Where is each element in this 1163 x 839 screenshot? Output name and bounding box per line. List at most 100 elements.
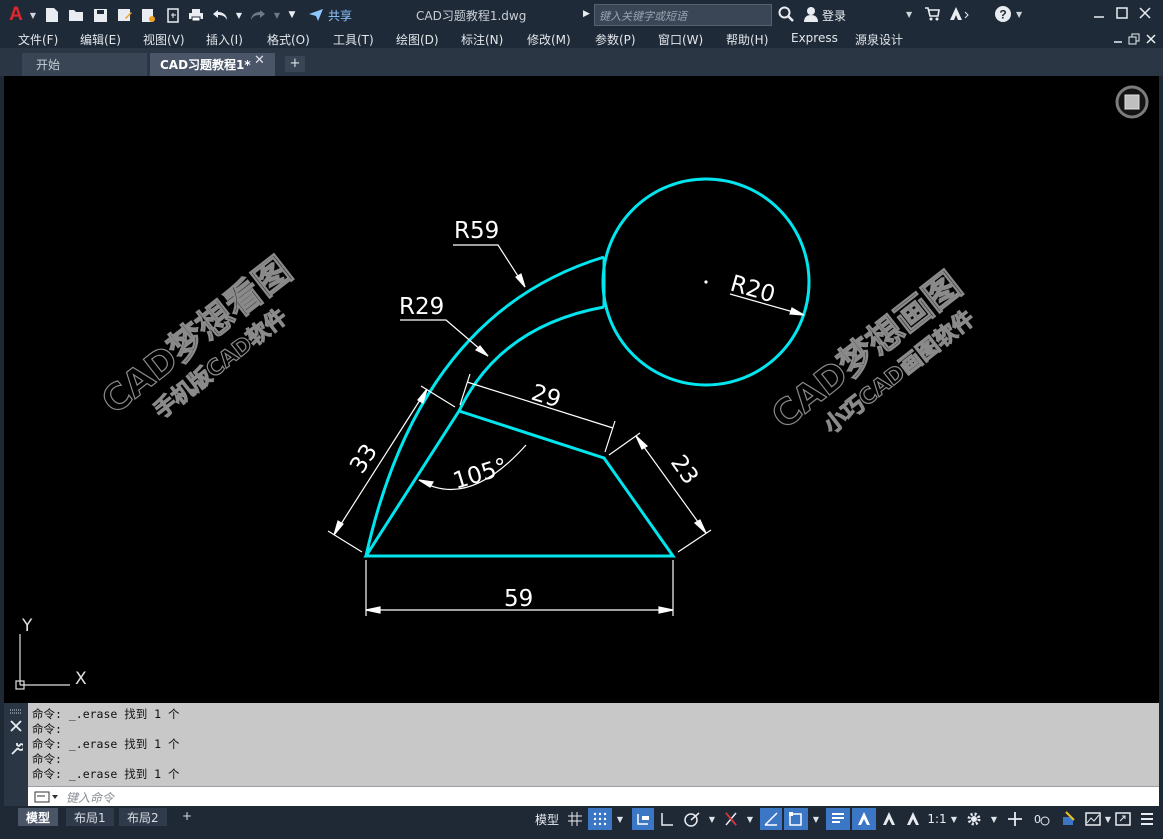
customize-toolbar-icon[interactable]: ▼ (286, 5, 298, 25)
polar-dropdown-icon[interactable]: ▼ (706, 808, 718, 830)
minimize-icon[interactable] (1092, 6, 1106, 20)
isometric-dropdown-icon[interactable]: ▼ (744, 808, 756, 830)
isometric-icon[interactable] (720, 808, 742, 830)
app-menu-icon[interactable]: A (8, 4, 24, 25)
login-dropdown-icon[interactable]: ▼ (906, 10, 912, 19)
search-icon[interactable] (778, 6, 794, 22)
snap-dropdown-icon[interactable]: ▼ (614, 808, 626, 830)
customize-menu-icon[interactable] (1136, 808, 1158, 830)
autodesk-a360-icon[interactable] (948, 6, 970, 22)
model-space-button[interactable]: 模型 (532, 808, 562, 830)
command-input[interactable]: 键入命令 (66, 789, 114, 806)
workspace-gear-icon[interactable] (962, 808, 986, 830)
menu-bar: 文件(F) 编辑(E) 视图(V) 插入(I) 格式(O) 工具(T) 绘图(D… (0, 30, 1163, 48)
app-menu-dropdown-icon[interactable]: ▼ (28, 5, 38, 25)
close-icon[interactable] (1138, 6, 1152, 20)
units-icon[interactable]: 0 (1030, 808, 1054, 830)
menu-view[interactable]: 视图(V) (143, 31, 185, 48)
save-web-icon[interactable] (162, 5, 182, 25)
menu-file[interactable]: 文件(F) (18, 31, 58, 48)
layout-tab-model[interactable]: 模型 (18, 808, 59, 826)
undo-icon[interactable] (210, 5, 230, 25)
open-web-icon[interactable] (138, 5, 158, 25)
save-icon[interactable] (90, 5, 110, 25)
user-icon[interactable] (803, 6, 819, 22)
quick-properties-icon[interactable] (1058, 808, 1080, 830)
undo-dropdown-icon[interactable]: ▼ (234, 5, 244, 25)
drawing-canvas[interactable]: CAD梦想看图 手机版CAD软件 CAD梦想画图 小巧CAD画图软件 R59 R… (4, 76, 1159, 703)
drawing-svg: CAD梦想看图 手机版CAD软件 CAD梦想画图 小巧CAD画图软件 R59 R… (15, 85, 1149, 690)
workspace-dropdown-icon[interactable]: ▼ (988, 808, 1000, 830)
redo-icon[interactable] (248, 5, 268, 25)
menu-yuanquan[interactable]: 源泉设计 (855, 31, 903, 48)
grip-icon[interactable] (9, 709, 23, 715)
send-icon (309, 9, 323, 21)
clean-screen-icon[interactable] (1112, 808, 1134, 830)
graphics-performance-icon[interactable] (1082, 808, 1104, 830)
tab-start[interactable]: 开始 (22, 53, 147, 76)
title-bar: A ▼ ▼ ▼ ▼ 共享 (0, 0, 1163, 30)
redo-dropdown-icon[interactable]: ▼ (272, 5, 282, 25)
viewcube-icon[interactable] (1115, 85, 1149, 119)
annotation-scale-value[interactable]: 1:1 (926, 808, 948, 830)
menu-dimension[interactable]: 标注(N) (461, 31, 503, 48)
object-snap-dropdown-icon[interactable]: ▼ (810, 808, 822, 830)
new-tab-button[interactable]: + (285, 56, 305, 72)
dynamic-input-icon[interactable] (632, 808, 654, 830)
menu-edit[interactable]: 编辑(E) (80, 31, 121, 48)
geometry[interactable] (363, 177, 811, 558)
ucs-y-label: Y (21, 616, 33, 636)
command-line: 命令: (32, 722, 62, 736)
menu-parametric[interactable]: 参数(P) (595, 31, 636, 48)
help-icon[interactable]: ? (994, 5, 1012, 23)
new-file-icon[interactable] (42, 5, 62, 25)
command-prompt-icon[interactable] (34, 790, 60, 804)
layout-tab-add[interactable]: + (174, 808, 200, 826)
open-file-icon[interactable] (66, 5, 86, 25)
object-snap-icon[interactable] (784, 808, 808, 830)
grid-icon[interactable] (564, 808, 586, 830)
annotation-scale-icon[interactable] (902, 808, 924, 830)
maximize-icon[interactable] (1115, 6, 1129, 20)
search-input[interactable]: 键入关键字或短语 (594, 4, 772, 26)
search-expand-icon[interactable]: ▶ (583, 9, 590, 19)
annotation-monitor-icon[interactable] (1004, 808, 1026, 830)
annotation-visibility-icon[interactable] (852, 808, 876, 830)
snap-icon[interactable] (588, 808, 612, 830)
quad-outline[interactable] (363, 409, 676, 558)
command-line: 命令: _.erase 找到 1 个 (32, 767, 180, 781)
ortho-icon[interactable] (656, 808, 678, 830)
login-button[interactable]: 登录 (822, 7, 846, 24)
menu-draw[interactable]: 绘图(D) (396, 31, 439, 48)
lineweight-icon[interactable] (826, 808, 850, 830)
menu-tools[interactable]: 工具(T) (333, 31, 374, 48)
menu-modify[interactable]: 修改(M) (527, 31, 571, 48)
menu-express[interactable]: Express (791, 31, 838, 45)
document-restore-icon[interactable] (1128, 33, 1140, 45)
tab-close-icon[interactable]: ✕ (254, 53, 265, 68)
command-close-icon[interactable] (10, 720, 22, 732)
menu-window[interactable]: 窗口(W) (658, 31, 703, 48)
layout-tab-layout1[interactable]: 布局1 (66, 808, 114, 826)
document-close-icon[interactable] (1145, 33, 1157, 45)
ucs-x-label: X (75, 669, 87, 689)
document-minimize-icon[interactable] (1112, 33, 1124, 45)
polar-tracking-icon[interactable] (680, 808, 704, 830)
graphics-dropdown-icon[interactable]: ▼ (1104, 808, 1112, 830)
object-tracking-icon[interactable] (760, 808, 782, 830)
dim-59-label: 59 (504, 586, 533, 612)
layout-tab-layout2[interactable]: 布局2 (119, 808, 167, 826)
auto-scale-icon[interactable] (878, 808, 900, 830)
menu-help[interactable]: 帮助(H) (726, 31, 768, 48)
annotation-scale-dropdown-icon[interactable]: ▼ (948, 808, 960, 830)
save-as-icon[interactable] (114, 5, 134, 25)
print-icon[interactable] (186, 5, 206, 25)
wrench-icon[interactable] (9, 741, 23, 755)
help-dropdown-icon[interactable]: ▼ (1016, 10, 1022, 19)
document-title: CAD习题教程1.dwg (416, 9, 527, 23)
cart-icon[interactable] (924, 6, 940, 22)
menu-format[interactable]: 格式(O) (267, 31, 310, 48)
watermark-right: CAD梦想画图 小巧CAD画图软件 (764, 264, 980, 439)
menu-insert[interactable]: 插入(I) (206, 31, 243, 48)
share-button[interactable]: 共享 (308, 7, 352, 24)
